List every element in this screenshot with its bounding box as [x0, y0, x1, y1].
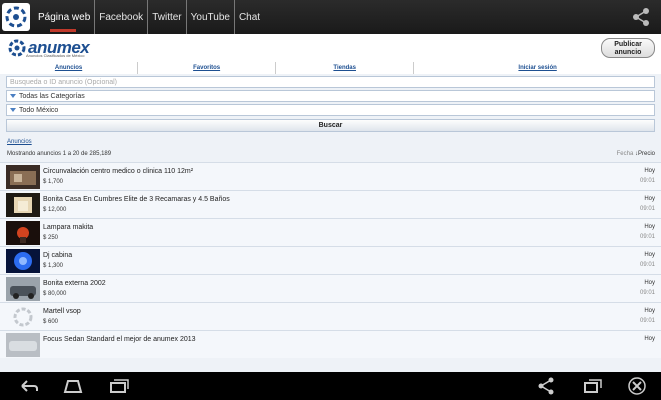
category-select[interactable]: Todas las Categorías: [6, 90, 655, 102]
listing-time: 09:01: [639, 290, 655, 296]
listing-time: 09:01: [639, 318, 655, 324]
anumex-logo-icon: [8, 39, 26, 57]
home-icon[interactable]: [62, 377, 84, 395]
share-icon[interactable]: [535, 377, 557, 395]
list-item[interactable]: Dj cabina $ 1,300 Hoy 09:01: [0, 246, 661, 274]
system-nav-bar: [0, 372, 661, 400]
close-icon[interactable]: [626, 377, 648, 395]
nav-iniciar-sesion[interactable]: Iniciar sesión: [414, 62, 661, 74]
location-select[interactable]: Todo México: [6, 104, 655, 116]
listing-thumbnail: [6, 165, 40, 189]
listing-time: 09:01: [639, 262, 655, 268]
list-item[interactable]: Circunvalación centro medico o clinica 1…: [0, 162, 661, 190]
tab-pagina-web[interactable]: Página web: [34, 0, 94, 34]
results-count: Mostrando anuncios 1 a 20 de 285,189: [7, 151, 112, 157]
web-content: anumex Anuncios Clasificados de México P…: [0, 34, 661, 372]
app-logo-icon[interactable]: [2, 3, 30, 31]
list-item[interactable]: Lampara makita $ 250 Hoy 09:01: [0, 218, 661, 246]
listing-price: $ 1,300: [43, 263, 64, 269]
nav-favoritos[interactable]: Favoritos: [138, 62, 277, 74]
dropdown-arrow-icon: [10, 108, 16, 112]
listing-title: Martell vsop: [43, 308, 81, 315]
site-header: anumex Anuncios Clasificados de México P…: [0, 34, 661, 62]
search-button[interactable]: Buscar: [6, 119, 655, 132]
share-icon[interactable]: [631, 7, 651, 27]
listing-title: Bonita externa 2002: [43, 280, 106, 287]
listing-day: Hoy: [644, 336, 655, 342]
placeholder-logo-icon: [6, 305, 40, 329]
listing-day: Hoy: [644, 308, 655, 314]
list-item[interactable]: Martell vsop $ 600 Hoy 09:01: [0, 302, 661, 330]
window-icon[interactable]: [582, 377, 604, 395]
publish-label-2: anuncio: [614, 49, 642, 56]
tab-twitter[interactable]: Twitter: [147, 0, 185, 34]
nav-tiendas[interactable]: Tiendas: [276, 62, 415, 74]
listing-time: 09:01: [639, 234, 655, 240]
results-bar: Mostrando anuncios 1 a 20 de 285,189 Fec…: [7, 151, 655, 157]
category-value: Todas las Categorías: [19, 92, 85, 100]
dropdown-arrow-icon: [10, 94, 16, 98]
listing-time: 09:01: [639, 206, 655, 212]
app-bar: Página web Facebook Twitter YouTube Chat: [0, 0, 661, 34]
back-icon[interactable]: [18, 377, 40, 395]
tab-youtube[interactable]: YouTube: [185, 0, 234, 34]
listing-title: Dj cabina: [43, 252, 73, 259]
list-item[interactable]: Bonita Casa En Cumbres Elite de 3 Recama…: [0, 190, 661, 218]
listing-time: 09:01: [639, 178, 655, 184]
listing-price: $ 1,700: [43, 179, 64, 185]
sort-price[interactable]: ↓Precio: [635, 151, 655, 157]
tab-facebook[interactable]: Facebook: [94, 0, 147, 34]
listing-thumbnail: [6, 249, 40, 273]
listing-title: Lampara makita: [43, 224, 94, 231]
listing-list: Circunvalación centro medico o clinica 1…: [0, 162, 661, 358]
listing-day: Hoy: [644, 196, 655, 202]
brand-subtitle: Anuncios Clasificados de México: [26, 53, 85, 58]
recent-apps-icon[interactable]: [108, 377, 130, 395]
listing-title: Circunvalación centro medico o clinica 1…: [43, 168, 194, 175]
publish-ad-button[interactable]: Publicar anuncio: [601, 38, 655, 58]
search-input[interactable]: Busqueda o ID anuncio (Opcional): [6, 76, 655, 88]
list-item[interactable]: Bonita externa 2002 $ 80,000 Hoy 09:01: [0, 274, 661, 302]
listing-day: Hoy: [644, 168, 655, 174]
listing-price: $ 80,000: [43, 291, 67, 297]
listing-day: Hoy: [644, 252, 655, 258]
publish-label-1: Publicar: [614, 41, 642, 48]
listing-thumbnail: [6, 333, 40, 357]
search-form: Busqueda o ID anuncio (Opcional) Todas l…: [6, 76, 655, 132]
listing-price: $ 600: [43, 319, 59, 325]
listing-day: Hoy: [644, 280, 655, 286]
list-item[interactable]: Focus Sedan Standard el mejor de anumex …: [0, 330, 661, 358]
sort-controls: Fecha ↓Precio: [617, 151, 655, 157]
listing-thumbnail: [6, 277, 40, 301]
listing-price: $ 250: [43, 235, 59, 241]
listing-thumbnail: [6, 193, 40, 217]
site-nav: Anuncios Favoritos Tiendas Iniciar sesió…: [0, 62, 661, 74]
sort-date[interactable]: Fecha: [617, 151, 634, 157]
listing-day: Hoy: [644, 224, 655, 230]
tab-chat[interactable]: Chat: [233, 0, 264, 34]
tab-bar: Página web Facebook Twitter YouTube Chat: [34, 0, 264, 34]
listing-title: Bonita Casa En Cumbres Elite de 3 Recama…: [43, 196, 230, 203]
breadcrumb[interactable]: Anuncios: [7, 139, 661, 145]
listing-title: Focus Sedan Standard el mejor de anumex …: [43, 336, 196, 343]
location-value: Todo México: [19, 106, 59, 114]
nav-anuncios[interactable]: Anuncios: [0, 62, 139, 74]
listing-thumbnail: [6, 221, 40, 245]
listing-price: $ 12,000: [43, 207, 67, 213]
